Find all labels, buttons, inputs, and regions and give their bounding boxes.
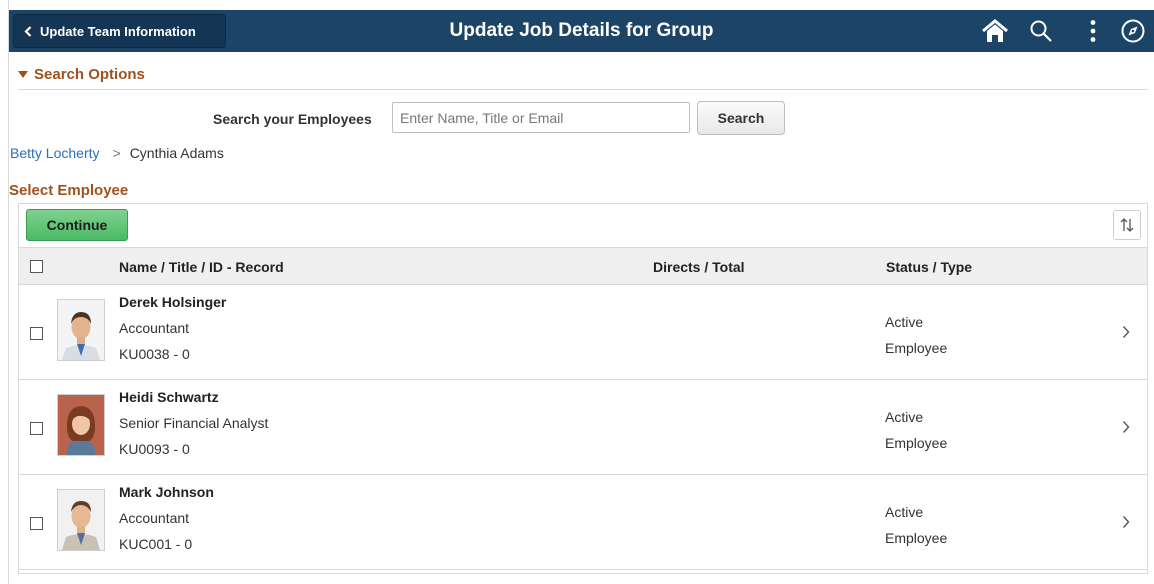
search-options-label: Search Options (34, 66, 145, 83)
employee-id-record: KU0093 - 0 (119, 441, 190, 457)
breadcrumb-current: Cynthia Adams (129, 145, 224, 161)
employee-type: Employee (885, 530, 948, 546)
employee-title: Senior Financial Analyst (119, 415, 269, 431)
employee-name: Heidi Schwartz (119, 389, 219, 405)
employee-status: Active (885, 409, 924, 425)
row-checkbox[interactable] (30, 517, 43, 530)
search-options-toggle[interactable]: Search Options (18, 66, 145, 83)
top-banner: Update Job Details for Group Update Team… (9, 10, 1154, 52)
table-row[interactable]: Derek Holsinger Accountant KU0038 - 0 Ac… (19, 285, 1147, 380)
search-button[interactable]: Search (697, 101, 785, 135)
employee-type: Employee (885, 340, 948, 356)
sort-icon (1120, 218, 1134, 232)
chevron-right-icon[interactable] (1122, 420, 1130, 437)
employee-name: Mark Johnson (119, 484, 214, 500)
select-employee-heading: Select Employee (9, 182, 129, 199)
column-header-status: Status / Type (886, 259, 973, 275)
search-icon[interactable] (1027, 18, 1055, 44)
more-icon[interactable] (1079, 18, 1107, 44)
page-left-border (0, 0, 9, 584)
column-header-directs: Directs / Total (653, 259, 745, 275)
table-row[interactable]: Mark Johnson Accountant KUC001 - 0 Activ… (19, 475, 1147, 570)
employee-id-record: KUC001 - 0 (119, 536, 193, 552)
chevron-right-icon[interactable] (1122, 515, 1130, 532)
search-input[interactable] (392, 102, 690, 133)
section-divider (18, 89, 1148, 90)
column-header-name: Name / Title / ID - Record (119, 259, 284, 275)
row-checkbox[interactable] (30, 327, 43, 340)
breadcrumb-separator: > (112, 145, 121, 161)
employee-type: Employee (885, 435, 948, 451)
navbar-icon[interactable] (1119, 18, 1147, 44)
row-checkbox[interactable] (30, 422, 43, 435)
select-all-checkbox[interactable] (30, 260, 43, 273)
grid-header-row: Name / Title / ID - Record Directs / Tot… (19, 247, 1147, 285)
employee-photo (57, 489, 105, 551)
back-button-label: Update Team Information (40, 23, 196, 39)
grid-toolbar: Continue (19, 204, 1147, 247)
triangle-down-icon (18, 71, 28, 78)
employee-status: Active (885, 504, 924, 520)
home-icon[interactable] (981, 18, 1009, 44)
employee-grid: Continue Name / Title / ID - Record Dire… (18, 203, 1148, 574)
chevron-right-icon[interactable] (1122, 325, 1130, 342)
employee-photo (57, 299, 105, 361)
employee-name: Derek Holsinger (119, 294, 227, 310)
employee-title: Accountant (119, 510, 190, 526)
table-row[interactable]: Heidi Schwartz Senior Financial Analyst … (19, 380, 1147, 475)
breadcrumb: Betty Locherty > Cynthia Adams (10, 145, 224, 161)
continue-button[interactable]: Continue (26, 209, 128, 241)
employee-photo (57, 394, 105, 456)
employee-status: Active (885, 314, 924, 330)
sort-button[interactable] (1113, 210, 1141, 240)
chevron-left-icon (24, 25, 32, 37)
breadcrumb-link[interactable]: Betty Locherty (10, 145, 100, 161)
employee-title: Accountant (119, 320, 190, 336)
search-field-label: Search your Employees (213, 111, 372, 127)
back-button[interactable]: Update Team Information (13, 14, 226, 48)
employee-id-record: KU0038 - 0 (119, 346, 190, 362)
